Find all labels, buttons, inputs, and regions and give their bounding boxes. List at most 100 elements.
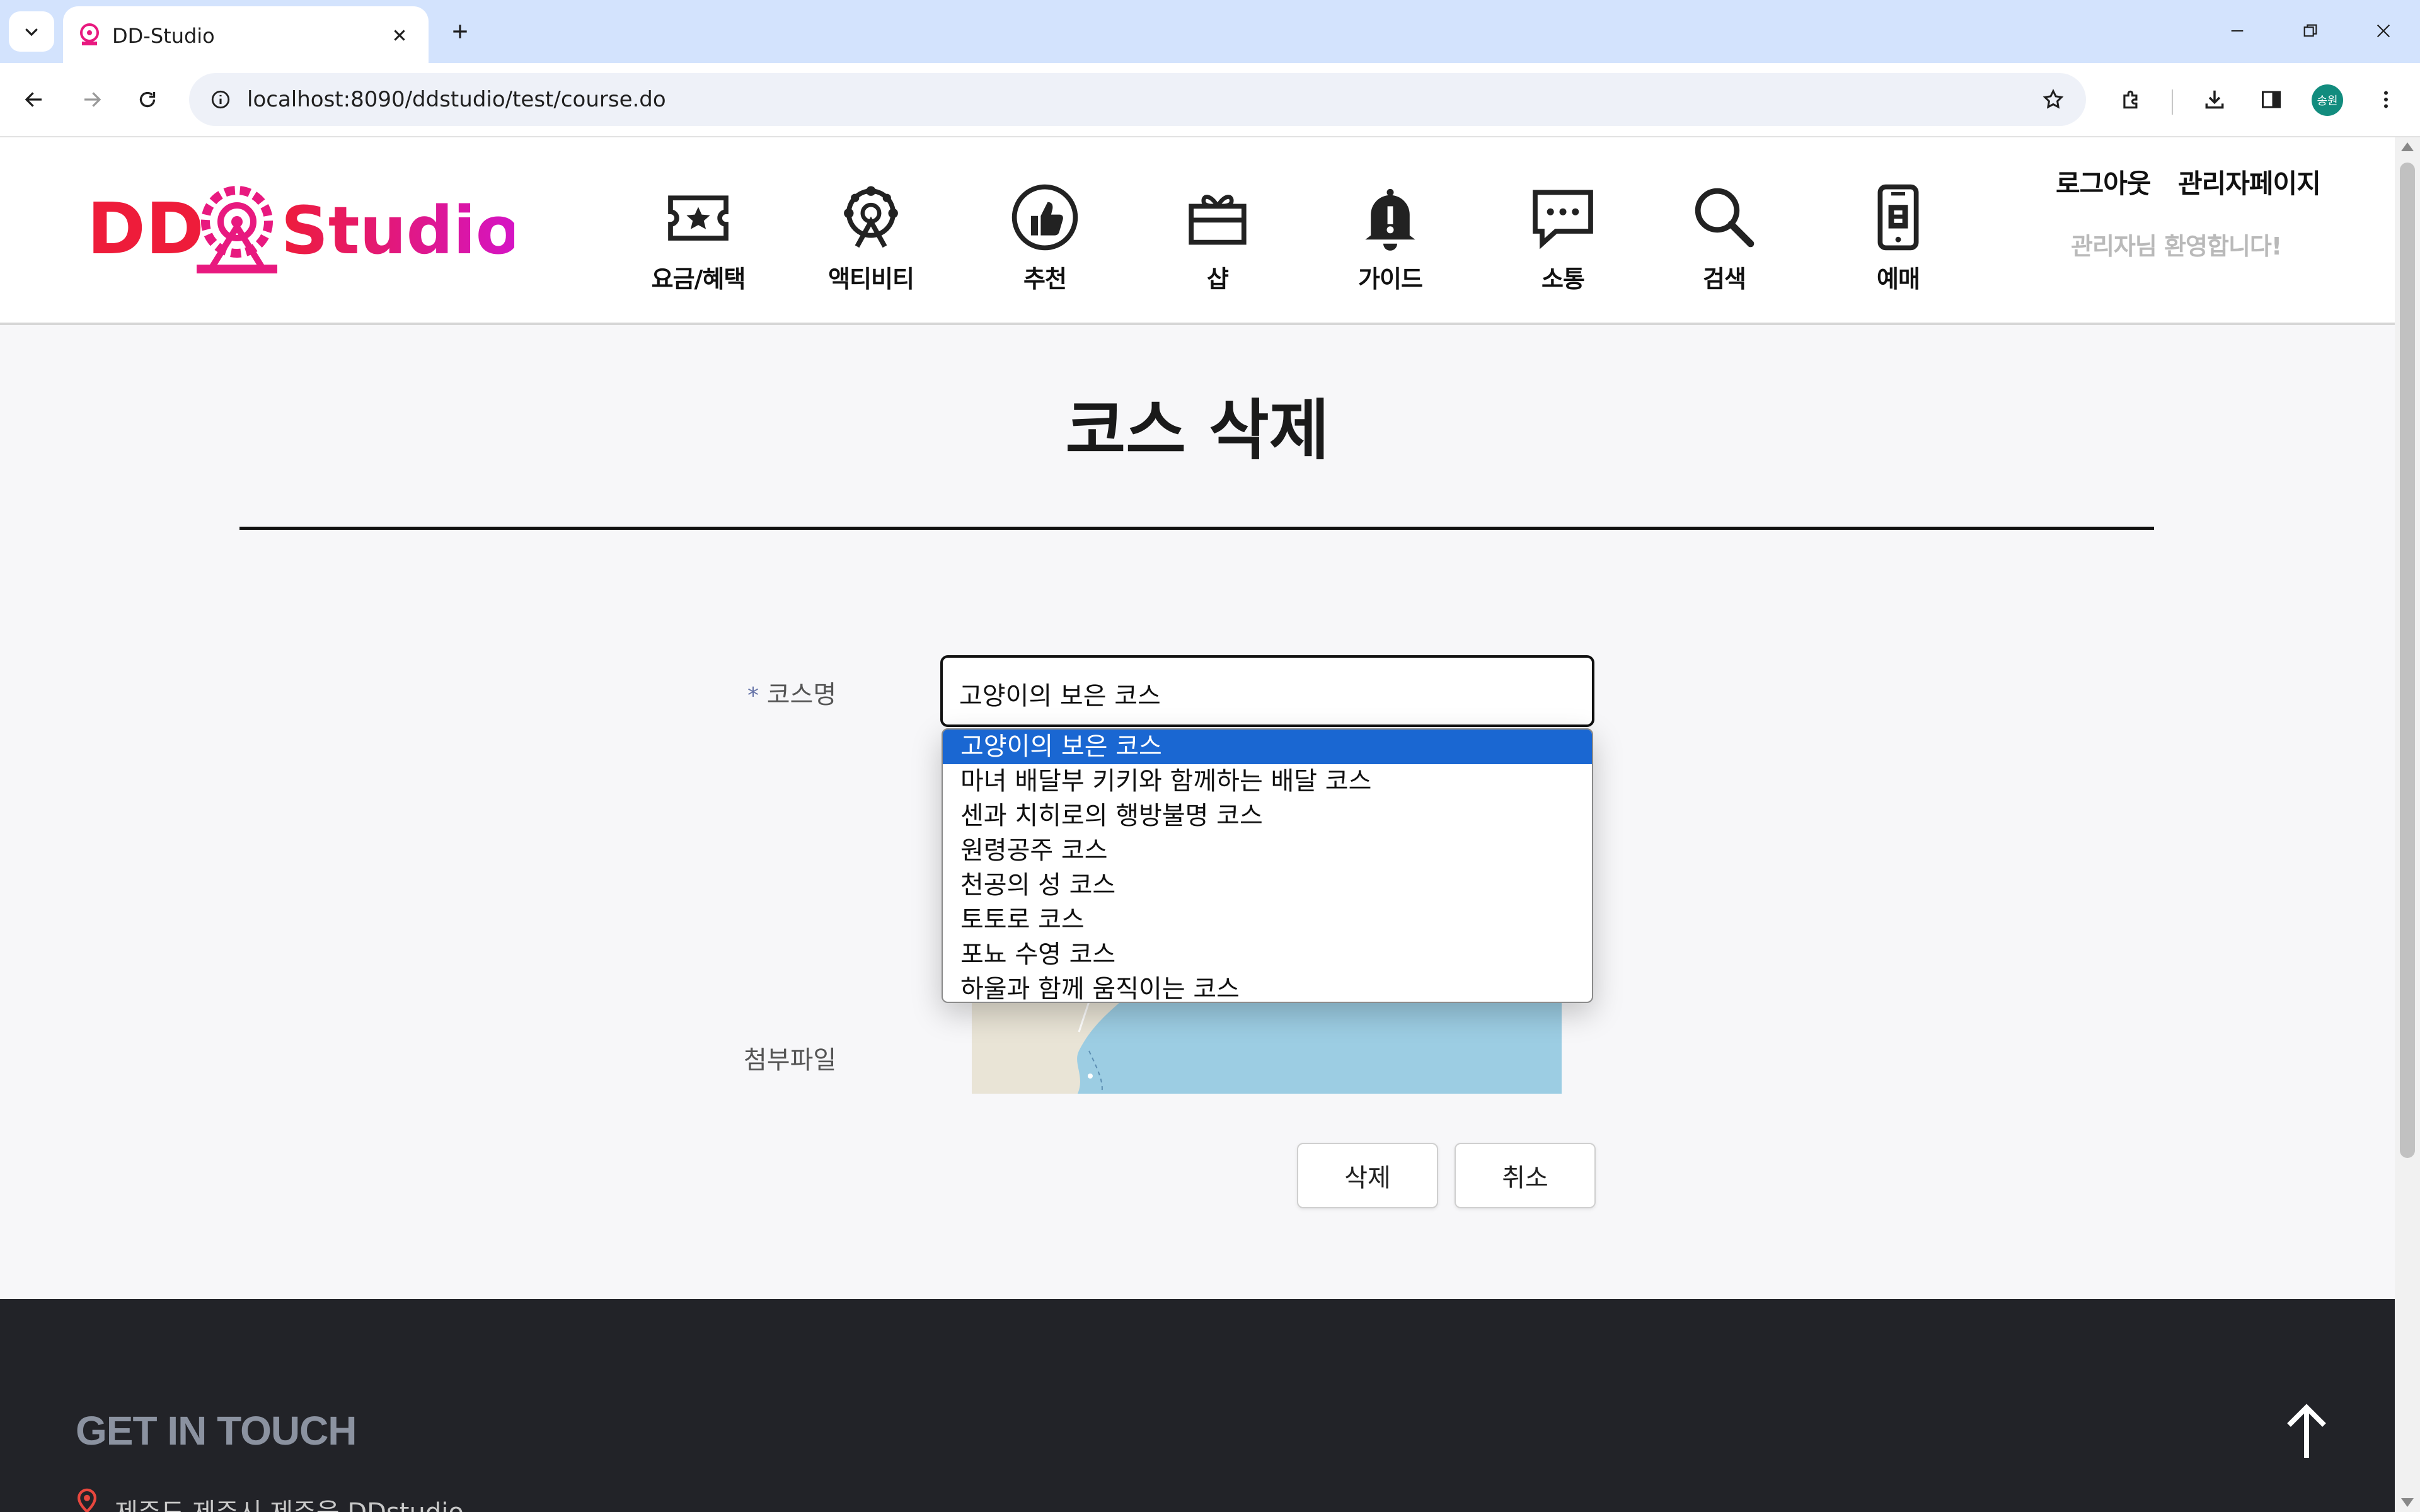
page-scrollbar[interactable]	[2395, 137, 2420, 1512]
footer-address: 제주도 제주시 제주읍 DDstudio	[115, 1492, 464, 1512]
logo-graphic: DD Studio	[87, 186, 521, 273]
downloads-button[interactable]	[2193, 78, 2236, 121]
nav-label: 가이드	[1358, 265, 1423, 293]
ferris-wheel-icon	[844, 186, 898, 248]
browser-tabstrip: DD-Studio	[0, 0, 2420, 63]
nav-fees-benefits[interactable]: 요금/혜택	[629, 183, 768, 293]
mobile-ticket-icon	[1877, 184, 1919, 251]
nav-shop[interactable]: 샵	[1148, 183, 1287, 293]
browser-menu-button[interactable]	[2365, 78, 2407, 121]
nav-label: 소통	[1541, 265, 1585, 293]
site-footer: GET IN TOUCH 제주도 제주시 제주읍 DDstudio	[0, 1299, 2395, 1512]
nav-label: 샵	[1207, 265, 1229, 293]
page-viewport: DD Studio 요금/혜택 액티비티 추천 샵 가이드 소통 검색 예매 로…	[0, 137, 2395, 1512]
course-option[interactable]: 포뇨 수영 코스	[943, 937, 1592, 972]
address-bar[interactable]: localhost:8090/ddstudio/test/course.do	[189, 73, 2086, 126]
reload-button[interactable]	[126, 78, 169, 121]
nav-recommend[interactable]: 추천	[976, 183, 1114, 293]
nav-reservation[interactable]: 예매	[1829, 183, 1968, 293]
nav-label: 예매	[1877, 265, 1920, 293]
ferris-wheel-logo-icon	[197, 186, 277, 273]
course-option[interactable]: 센과 치히로의 행방불명 코스	[943, 799, 1592, 833]
tab-search-button[interactable]	[9, 11, 54, 52]
site-header: DD Studio 요금/혜택 액티비티 추천 샵 가이드 소통 검색 예매 로…	[0, 137, 2395, 325]
ticket-star-icon	[668, 195, 729, 241]
search-icon	[1695, 188, 1754, 248]
profile-avatar[interactable]: 송원	[2312, 84, 2343, 116]
back-button[interactable]	[13, 78, 55, 121]
restore-icon	[2303, 24, 2317, 37]
nav-guide[interactable]: 가이드	[1321, 183, 1460, 293]
admin-page-link[interactable]: 관리자페이지	[2178, 163, 2321, 201]
cancel-button[interactable]: 취소	[1455, 1143, 1596, 1208]
ferris-wheel-favicon-icon	[80, 23, 99, 45]
nav-search[interactable]: 검색	[1655, 183, 1794, 293]
logo-text-studio: Studio	[281, 192, 514, 269]
close-icon	[394, 30, 405, 41]
tab-title: DD-Studio	[112, 24, 215, 48]
gift-box-icon	[1189, 195, 1247, 245]
kebab-menu-icon	[2384, 91, 2388, 108]
nav-label: 검색	[1703, 265, 1746, 293]
url-text[interactable]: localhost:8090/ddstudio/test/course.do	[247, 87, 666, 112]
star-outline-icon	[2043, 89, 2064, 109]
extensions-button[interactable]	[2110, 78, 2153, 121]
logout-link[interactable]: 로그아웃	[2056, 163, 2152, 201]
nav-label: 요금/혜택	[651, 265, 746, 293]
welcome-message: 관리자님 환영합니다!	[2071, 232, 2282, 260]
chevron-down-icon	[25, 28, 38, 37]
window-close-button[interactable]	[2358, 9, 2409, 53]
puzzle-icon	[2123, 90, 2138, 109]
course-options-dropdown[interactable]: 고양이의 보은 코스 마녀 배달부 키키와 함께하는 배달 코스 센과 치히로의…	[942, 728, 1593, 1003]
course-option[interactable]: 고양이의 보은 코스	[943, 730, 1592, 764]
arrow-up-icon[interactable]	[2281, 1400, 2332, 1463]
download-icon	[2205, 90, 2224, 109]
minimize-icon	[2231, 30, 2244, 32]
browser-tab[interactable]: DD-Studio	[63, 6, 429, 63]
course-option[interactable]: 하울과 함께 움직이는 코스	[943, 972, 1592, 1002]
selected-course-value: 고양이의 보은 코스	[959, 682, 1161, 711]
course-option[interactable]: 원령공주 코스	[943, 833, 1592, 868]
course-name-label-text: 코스명	[766, 680, 837, 709]
plus-icon	[453, 25, 467, 38]
arrow-right-icon	[84, 92, 101, 107]
side-panel-button[interactable]	[2250, 78, 2293, 121]
scroll-down-arrow[interactable]	[2401, 1498, 2414, 1507]
reload-icon	[139, 91, 156, 108]
scroll-thumb[interactable]	[2400, 163, 2415, 1158]
title-divider	[239, 527, 2154, 530]
location-pin-icon	[77, 1488, 97, 1512]
new-tab-button[interactable]	[440, 11, 480, 52]
course-option[interactable]: 마녀 배달부 키키와 함께하는 배달 코스	[943, 764, 1592, 799]
nav-label: 액티비티	[828, 265, 914, 293]
minimize-button[interactable]	[2212, 9, 2262, 53]
browser-toolbar: localhost:8090/ddstudio/test/course.do 송…	[0, 63, 2420, 137]
attachment-label: 첨부파일	[744, 1046, 837, 1075]
nav-community[interactable]: 소통	[1494, 183, 1632, 293]
bookmark-button[interactable]	[2034, 81, 2072, 118]
required-marker: *	[747, 683, 759, 709]
page-title: 코스 삭제	[1065, 392, 1330, 469]
course-name-select[interactable]: 고양이의 보은 코스	[940, 655, 1594, 727]
nav-activities[interactable]: 액티비티	[802, 183, 940, 293]
site-info-button[interactable]	[203, 82, 238, 117]
course-option[interactable]: 천공의 성 코스	[943, 868, 1592, 903]
tab-close-button[interactable]	[382, 18, 417, 53]
info-icon	[211, 90, 230, 109]
delete-button[interactable]: 삭제	[1297, 1143, 1438, 1208]
chat-bubble-icon	[1533, 190, 1593, 249]
arrow-left-icon	[25, 92, 42, 107]
logo-text-dd: DD	[87, 188, 204, 270]
thumbs-up-icon	[1011, 184, 1078, 251]
site-logo[interactable]: DD Studio	[86, 176, 521, 277]
side-panel-icon	[2262, 91, 2281, 108]
scroll-up-arrow[interactable]	[2401, 142, 2414, 151]
course-name-label: * 코스명	[747, 674, 836, 711]
restore-button[interactable]	[2285, 9, 2336, 53]
nav-label: 추천	[1023, 265, 1067, 293]
forward-button[interactable]	[71, 78, 113, 121]
bell-alert-icon	[1365, 188, 1415, 251]
close-icon	[2377, 24, 2390, 38]
course-option[interactable]: 토토로 코스	[943, 903, 1592, 937]
footer-title: GET IN TOUCH	[76, 1408, 357, 1453]
